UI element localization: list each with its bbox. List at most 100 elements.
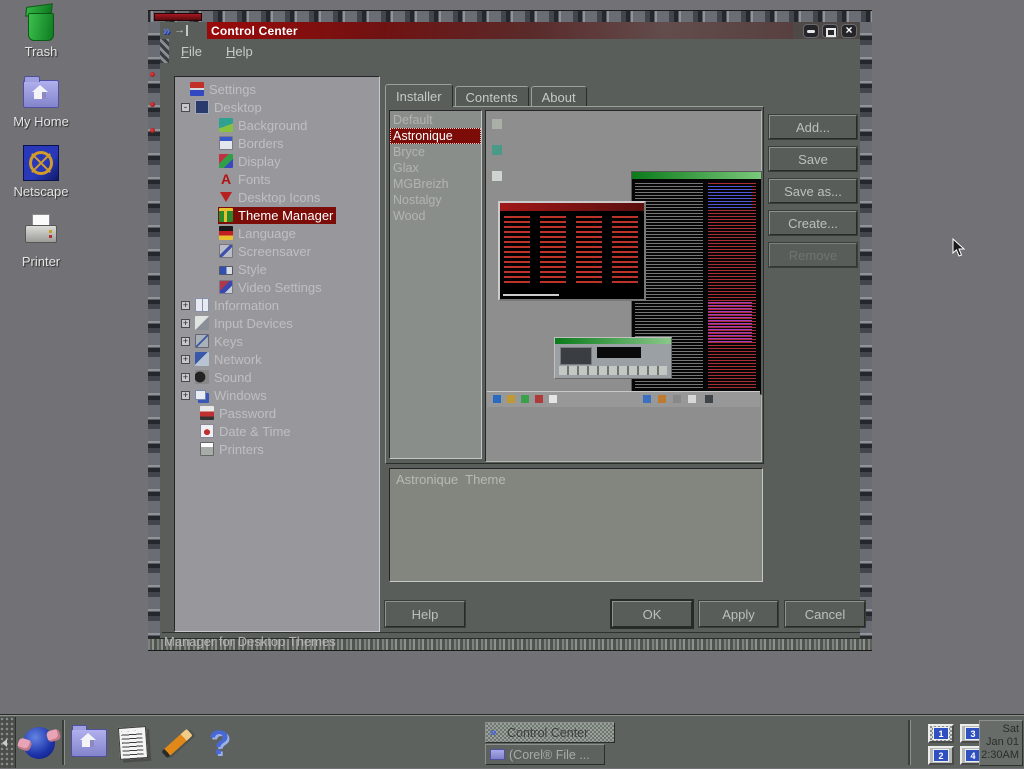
- tree-item-network[interactable]: + Network: [175, 350, 379, 368]
- editor-button[interactable]: [156, 721, 198, 765]
- task-button-control-center[interactable]: » Control Center: [485, 722, 615, 743]
- close-button[interactable]: ×: [841, 24, 857, 38]
- tree-item-desktop[interactable]: - Desktop: [175, 98, 379, 116]
- folder-task-icon: [490, 749, 505, 760]
- theme-description: Astronique Theme: [389, 468, 763, 582]
- background-icon: [219, 118, 233, 132]
- desktop-icon-label: Netscape: [14, 184, 69, 199]
- tree-expand-box[interactable]: +: [181, 319, 190, 328]
- desktop-icon-my-home[interactable]: My Home: [6, 74, 76, 140]
- tree-item-desktop-icons[interactable]: Desktop Icons: [175, 188, 379, 206]
- printer-icon: [22, 214, 60, 252]
- apply-button[interactable]: Apply: [699, 601, 778, 627]
- frame-red-accent: [154, 13, 202, 21]
- theme-list-item[interactable]: Bryce: [390, 144, 481, 160]
- window-frame-left[interactable]: [148, 22, 160, 638]
- tree-item-style[interactable]: Style: [175, 260, 379, 278]
- frame-red-light: [150, 102, 155, 107]
- tree-item-windows[interactable]: + Windows: [175, 386, 379, 404]
- control-center-task-icon: »: [490, 727, 503, 738]
- desktop-icons-icon: [219, 190, 233, 204]
- system-menu-icon[interactable]: »: [163, 24, 170, 37]
- pencil-icon: [161, 728, 192, 757]
- ok-button[interactable]: OK: [612, 601, 692, 627]
- preview-taskbar: [487, 391, 760, 407]
- remove-button[interactable]: Remove: [769, 243, 857, 267]
- tab-contents[interactable]: Contents: [455, 86, 529, 107]
- save-button[interactable]: Save: [769, 147, 857, 171]
- tree-collapse-box[interactable]: -: [181, 103, 190, 112]
- tab-about[interactable]: About: [531, 86, 587, 107]
- theme-preview-image: [485, 110, 762, 462]
- tree-item-information[interactable]: + Information: [175, 296, 379, 314]
- tree-expand-box[interactable]: +: [181, 373, 190, 382]
- window-frame-right[interactable]: [860, 22, 872, 638]
- help-launcher-button[interactable]: ?: [198, 721, 240, 765]
- tree-item-settings[interactable]: Settings: [175, 80, 379, 98]
- desktop-icon-column: Trash My Home Netscape Printer: [6, 4, 76, 284]
- create-button[interactable]: Create...: [769, 211, 857, 235]
- fonts-icon: [219, 172, 233, 186]
- desktop-icon-netscape[interactable]: Netscape: [6, 144, 76, 210]
- theme-list-item[interactable]: Glax: [390, 160, 481, 176]
- tree-item-display[interactable]: Display: [175, 152, 379, 170]
- tab-bar: Installer Contents About: [385, 84, 589, 107]
- home-folder-icon: [71, 729, 107, 757]
- home-directory-button[interactable]: [68, 721, 110, 765]
- tree-item-password[interactable]: Password: [175, 404, 379, 422]
- minimize-button[interactable]: [803, 24, 819, 38]
- help-button[interactable]: Help: [385, 601, 465, 627]
- tree-item-sound[interactable]: + Sound: [175, 368, 379, 386]
- save-as-button[interactable]: Save as...: [769, 179, 857, 203]
- tree-item-video-settings[interactable]: Video Settings: [175, 278, 379, 296]
- tree-item-fonts[interactable]: Fonts: [175, 170, 379, 188]
- theme-list-item[interactable]: Default: [390, 112, 481, 128]
- desktop-icon-printer[interactable]: Printer: [6, 214, 76, 280]
- titlebar[interactable]: » → Control Center ×: [160, 22, 860, 39]
- desktop: { "desktop": { "icons": [ {"label": "Tra…: [0, 0, 1024, 768]
- tree-item-printers[interactable]: Printers: [175, 440, 379, 458]
- tree-item-screensaver[interactable]: Screensaver: [175, 242, 379, 260]
- menubar: File Help: [160, 39, 860, 63]
- titlebar-gradient[interactable]: Control Center: [207, 22, 793, 39]
- tree-item-date-time[interactable]: Date & Time: [175, 422, 379, 440]
- tree-item-theme-manager[interactable]: Theme Manager: [175, 206, 379, 224]
- panel-hide-handle[interactable]: [0, 717, 16, 768]
- sticky-pin-icon[interactable]: →: [174, 25, 188, 36]
- task-button-corel-file[interactable]: (Corel® File ...: [485, 744, 605, 765]
- mouse-cursor: [952, 238, 966, 263]
- pager-desktop-1[interactable]: 1: [928, 724, 954, 743]
- tree-expand-box[interactable]: +: [181, 301, 190, 310]
- theme-list-item[interactable]: Nostalgy: [390, 192, 481, 208]
- theme-list-item[interactable]: MGBreizh: [390, 176, 481, 192]
- desktop-monitor-icon: [195, 100, 209, 114]
- tree-item-input-devices[interactable]: + Input Devices: [175, 314, 379, 332]
- theme-list-item-selected[interactable]: Astronique: [390, 128, 481, 144]
- frame-red-light: [150, 128, 155, 133]
- desktop-icon-trash[interactable]: Trash: [6, 4, 76, 70]
- maximize-button[interactable]: [822, 24, 838, 38]
- menubar-grip[interactable]: [160, 39, 169, 63]
- date-time-icon: [200, 424, 214, 438]
- preview-desktop-icon: [492, 171, 502, 181]
- terminal-button[interactable]: [112, 721, 154, 765]
- tab-installer[interactable]: Installer: [385, 84, 453, 107]
- pager-desktop-2[interactable]: 2: [928, 746, 954, 765]
- window-frame-top[interactable]: [148, 10, 872, 22]
- theme-list-item[interactable]: Wood: [390, 208, 481, 224]
- tree-item-language[interactable]: Language: [175, 224, 379, 242]
- tree-item-borders[interactable]: Borders: [175, 134, 379, 152]
- menu-help[interactable]: Help: [214, 44, 265, 59]
- tree-expand-box[interactable]: +: [181, 355, 190, 364]
- netscape-wheel-icon: [22, 144, 60, 182]
- tree-expand-box[interactable]: +: [181, 391, 190, 400]
- menu-file[interactable]: File: [169, 44, 214, 59]
- cancel-button[interactable]: Cancel: [785, 601, 865, 627]
- terminal-icon: [118, 726, 148, 760]
- app-starter-button[interactable]: [18, 721, 60, 765]
- tree-expand-box[interactable]: +: [181, 337, 190, 346]
- tree-item-keys[interactable]: + Keys: [175, 332, 379, 350]
- add-button[interactable]: Add...: [769, 115, 857, 139]
- tree-item-background[interactable]: Background: [175, 116, 379, 134]
- clock-applet[interactable]: Sat Jan 01 2:30AM: [979, 720, 1023, 766]
